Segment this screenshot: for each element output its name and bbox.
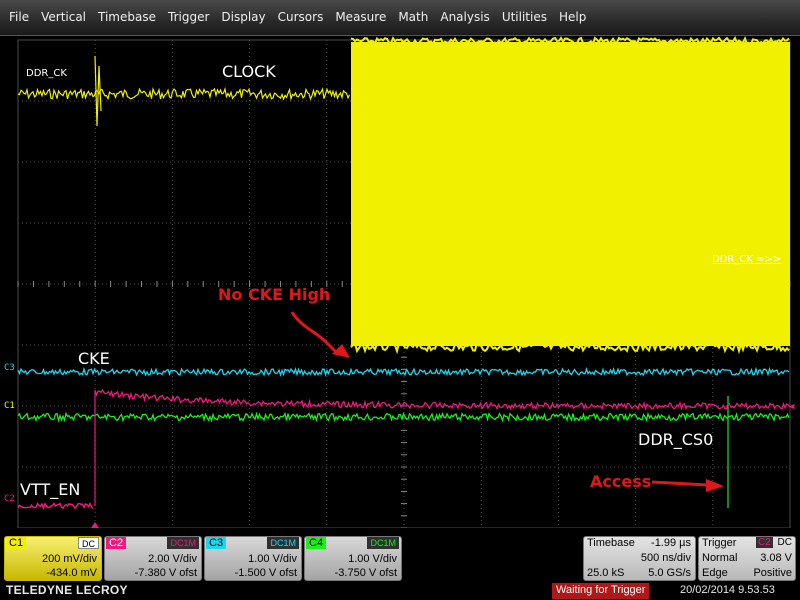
- channel-3-vdiv: 1.00 V/div: [248, 553, 297, 565]
- timebase-samples: 25.0 kS: [587, 567, 625, 579]
- waveform-display[interactable]: C3 C1 C2 ◀ DDR_CK CLOCK CKE VTT_EN DDR_C…: [0, 36, 800, 528]
- c1-clock-active: [351, 42, 790, 346]
- c1-clock-idle: [17, 86, 351, 102]
- channel-1-offset: -434.0 mV: [46, 567, 97, 579]
- timebase-rate: 5.0 GS/s: [648, 567, 691, 579]
- channel-2-id: C2: [106, 537, 127, 549]
- trigger-level-marker[interactable]: ◀: [789, 402, 794, 412]
- channel-4-vdiv: 1.00 V/div: [348, 553, 397, 565]
- menu-bar: File Vertical Timebase Trigger Display C…: [0, 0, 800, 36]
- waveform-canvas: [17, 36, 791, 528]
- channel-2-vdiv: 2.00 V/div: [148, 553, 197, 565]
- c1-glitch: [94, 55, 102, 127]
- channel-1-descriptor[interactable]: C1 DC 200 mV/div -434.0 mV: [4, 536, 102, 581]
- label-ddr-cs0: DDR_CS0: [638, 430, 714, 449]
- c2-vtt-low: [17, 502, 94, 511]
- channel-3-coupling: DC1M: [267, 537, 299, 549]
- channel-3-descriptor[interactable]: C3 DC1M 1.00 V/div -1.500 V ofst: [204, 536, 302, 581]
- channel-4-id: C4: [306, 537, 327, 549]
- c4-cs0-trace: [17, 411, 790, 423]
- label-cke: CKE: [78, 349, 110, 368]
- menu-vertical[interactable]: Vertical: [35, 10, 92, 24]
- menu-timebase[interactable]: Timebase: [92, 10, 162, 24]
- menu-math[interactable]: Math: [392, 10, 434, 24]
- acquisition-status: Waiting for Trigger: [552, 583, 650, 599]
- channel-4-offset: -3.750 V ofst: [334, 567, 397, 579]
- arrow-access-head: [706, 479, 724, 492]
- trigger-type: Edge: [702, 567, 728, 579]
- channel-1-id: C1: [6, 537, 27, 549]
- timebase-descriptor[interactable]: Timebase -1.99 µs 500 ns/div 25.0 kS 5.0…: [583, 536, 696, 581]
- trigger-descriptor[interactable]: Trigger C2 DC Normal 3.08 V Edge Positiv…: [698, 536, 796, 581]
- timebase-tdiv: 500 ns/div: [640, 552, 691, 564]
- menu-measure[interactable]: Measure: [329, 10, 392, 24]
- brand-logo: TELEDYNE LECROY: [6, 583, 128, 597]
- menu-help[interactable]: Help: [553, 10, 592, 24]
- trigger-coupling: DC: [777, 537, 792, 548]
- menu-display[interactable]: Display: [215, 10, 271, 24]
- c2-level-marker[interactable]: C2: [4, 494, 15, 504]
- status-bar: TELEDYNE LECROY Waiting for Trigger 20/0…: [0, 582, 800, 600]
- timebase-label: Timebase: [587, 537, 635, 549]
- channel-2-offset: -7.380 V ofst: [134, 567, 197, 579]
- menu-utilities[interactable]: Utilities: [496, 10, 553, 24]
- arrow-access: [651, 480, 709, 487]
- trigger-mode: Normal: [702, 552, 738, 564]
- channel-2-descriptor[interactable]: C2 DC1M 2.00 V/div -7.380 V ofst: [104, 536, 202, 581]
- trigger-level: 3.08 V: [760, 552, 792, 564]
- channel-2-coupling: DC1M: [167, 537, 199, 549]
- arrow-no-cke-high: [290, 311, 340, 356]
- label-vtt-en: VTT_EN: [20, 480, 81, 499]
- trigger-time-marker: [91, 522, 99, 528]
- date-time: 20/02/2014 9.53.53: [680, 584, 775, 596]
- menu-trigger[interactable]: Trigger: [162, 10, 215, 24]
- label-clock: CLOCK: [222, 62, 276, 81]
- channel-1-vdiv: 200 mV/div: [41, 553, 97, 565]
- c1-level-marker[interactable]: C1: [4, 401, 15, 411]
- channel-3-offset: -1.500 V ofst: [234, 567, 297, 579]
- channel-4-coupling: DC1M: [367, 537, 399, 549]
- menu-analysis[interactable]: Analysis: [434, 10, 495, 24]
- trigger-source: C2: [756, 537, 773, 548]
- channel-3-id: C3: [206, 537, 227, 549]
- label-overlay: DDR_CK =>>: [712, 254, 782, 265]
- menu-file[interactable]: File: [0, 10, 35, 24]
- annotation-access: Access: [590, 472, 652, 491]
- channel-4-descriptor[interactable]: C4 DC1M 1.00 V/div -3.750 V ofst: [304, 536, 402, 581]
- trigger-label: Trigger: [702, 537, 737, 549]
- trigger-slope: Positive: [753, 567, 792, 579]
- menu-cursors[interactable]: Cursors: [272, 10, 330, 24]
- channel-1-coupling: DC: [78, 537, 99, 549]
- label-ddr-ck: DDR_CK: [26, 68, 67, 79]
- annotation-no-cke-high: No CKE High: [218, 285, 331, 304]
- timebase-delay: -1.99 µs: [651, 537, 691, 549]
- c3-level-marker[interactable]: C3: [4, 363, 15, 373]
